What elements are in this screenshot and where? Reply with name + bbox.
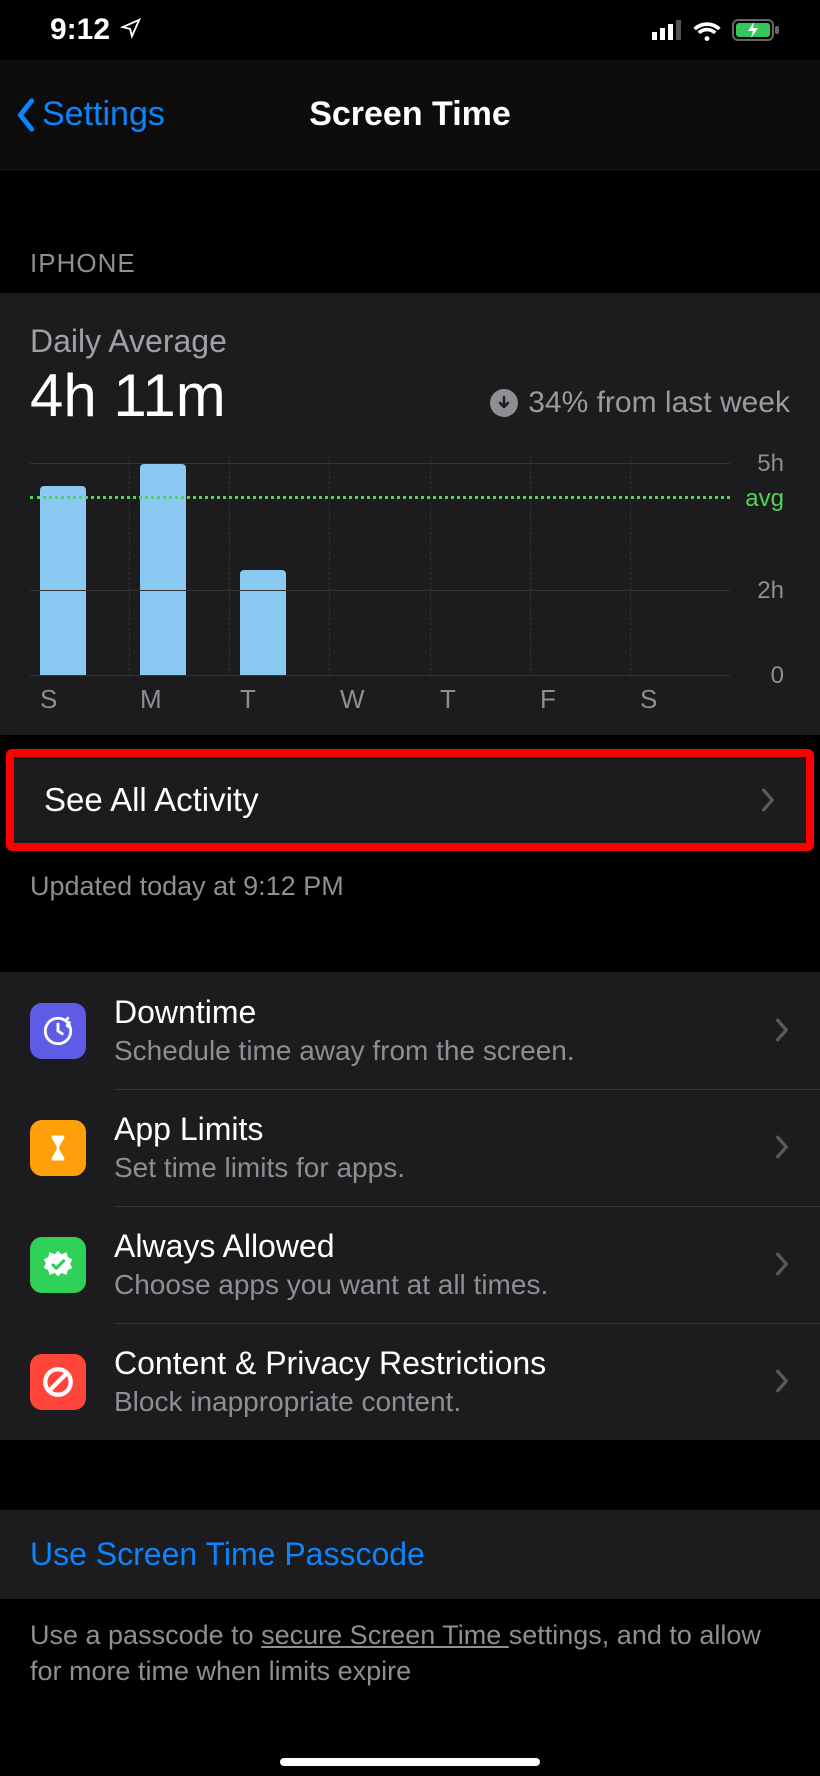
content-privacy-subtitle: Block inappropriate content. [114, 1386, 746, 1418]
bar-col [229, 456, 329, 676]
bar-col [530, 456, 630, 676]
back-button[interactable]: Settings [0, 95, 165, 134]
status-bar: 9:12 [0, 0, 820, 60]
downtime-icon [30, 1003, 86, 1059]
bar [40, 486, 86, 676]
see-all-activity-label: See All Activity [44, 781, 259, 819]
daily-average-value: 4h 11m [30, 366, 226, 426]
diff-text: 34% from last week [528, 386, 790, 420]
x-tick: F [530, 684, 630, 715]
back-label: Settings [42, 95, 165, 134]
see-all-activity-row[interactable]: See All Activity [14, 757, 806, 843]
usage-chart: 5h2h0avg [30, 456, 790, 676]
y-tick: 2h [757, 577, 784, 605]
content-privacy-title: Content & Privacy Restrictions [114, 1345, 746, 1382]
y-tick: 5h [757, 450, 784, 478]
highlight-see-all-activity: See All Activity [6, 749, 814, 851]
bar-col [129, 456, 229, 676]
wifi-icon [692, 19, 722, 41]
app-limits-title: App Limits [114, 1111, 746, 1148]
bar-col [630, 456, 730, 676]
chevron-left-icon [14, 98, 38, 132]
passcode-section: Use Screen Time Passcode [0, 1510, 820, 1599]
app-limits-icon [30, 1120, 86, 1176]
app-limits-subtitle: Set time limits for apps. [114, 1152, 746, 1184]
y-tick: 0 [771, 662, 784, 690]
status-time: 9:12 [50, 13, 110, 47]
x-tick: S [630, 684, 730, 715]
location-icon [120, 13, 142, 47]
downtime-row[interactable]: Downtime Schedule time away from the scre… [0, 972, 820, 1089]
nav-bar: Settings Screen Time [0, 60, 820, 170]
always-allowed-row[interactable]: Always Allowed Choose apps you want at al… [0, 1206, 820, 1323]
x-tick: T [230, 684, 330, 715]
chevron-right-icon [774, 1359, 790, 1404]
x-tick: M [130, 684, 230, 715]
updated-label: Updated today at 9:12 PM [0, 851, 820, 932]
home-indicator [280, 1758, 540, 1766]
daily-average-card: Daily Average 4h 11m 34% from last week … [0, 293, 820, 735]
downtime-title: Downtime [114, 994, 746, 1031]
cellular-icon [652, 20, 682, 40]
x-tick: W [330, 684, 430, 715]
bar-col [30, 456, 129, 676]
avg-label: avg [745, 485, 784, 513]
passcode-desc-pre: Use a passcode to [30, 1620, 261, 1650]
bar [240, 570, 286, 676]
battery-charging-icon [732, 18, 780, 42]
app-limits-row[interactable]: App Limits Set time limits for apps. [0, 1089, 820, 1206]
content-privacy-icon [30, 1354, 86, 1410]
x-tick: T [430, 684, 530, 715]
passcode-desc-underline: secure Screen Time [261, 1620, 509, 1650]
always-allowed-subtitle: Choose apps you want at all times. [114, 1269, 746, 1301]
passcode-description: Use a passcode to secure Screen Time set… [0, 1599, 820, 1690]
bar-col [430, 456, 530, 676]
downtime-subtitle: Schedule time away from the screen. [114, 1035, 746, 1067]
always-allowed-icon [30, 1237, 86, 1293]
daily-average-label: Daily Average [30, 323, 790, 360]
options-list: Downtime Schedule time away from the scre… [0, 972, 820, 1440]
always-allowed-title: Always Allowed [114, 1228, 746, 1265]
x-tick: S [30, 684, 130, 715]
section-header-iphone: IPHONE [0, 170, 820, 293]
chevron-right-icon [774, 1008, 790, 1053]
chevron-right-icon [774, 1242, 790, 1287]
arrow-down-icon [490, 389, 518, 417]
chevron-right-icon [760, 778, 776, 823]
use-passcode-row[interactable]: Use Screen Time Passcode [0, 1510, 820, 1599]
daily-average-diff: 34% from last week [490, 386, 790, 426]
chevron-right-icon [774, 1125, 790, 1170]
bar-col [329, 456, 429, 676]
content-privacy-row[interactable]: Content & Privacy Restrictions Block inap… [0, 1323, 820, 1440]
